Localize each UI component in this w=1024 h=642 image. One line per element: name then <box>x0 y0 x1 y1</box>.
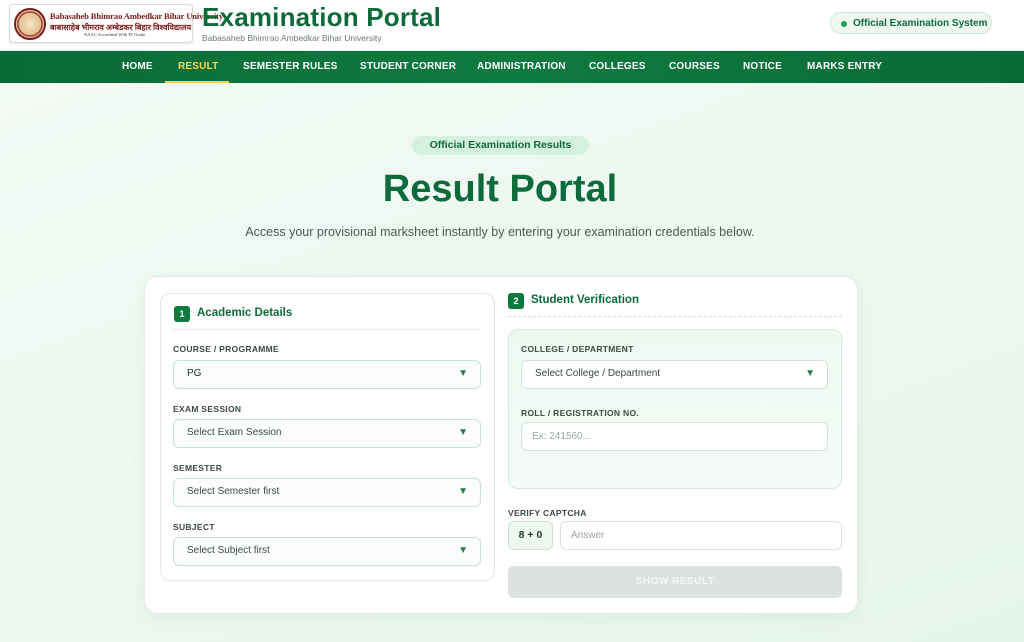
course-label: COURSE / PROGRAMME <box>173 344 279 354</box>
roll-number-label: ROLL / REGISTRATION NO. <box>521 408 640 418</box>
captcha-answer-input[interactable]: Answer <box>560 521 842 550</box>
semester-select[interactable]: Select Semester first ▼ <box>173 478 481 507</box>
status-dot-icon <box>841 21 847 27</box>
section-divider <box>508 316 842 317</box>
chevron-down-icon: ▼ <box>458 486 468 497</box>
nav-active-indicator <box>165 81 229 83</box>
subject-label: SUBJECT <box>173 522 215 532</box>
captcha-answer-placeholder: Answer <box>571 530 605 541</box>
show-result-button[interactable]: SHOW RESULT <box>508 566 842 598</box>
nav-item-administration[interactable]: ADMINISTRATION <box>477 51 566 83</box>
university-logo[interactable]: Babasaheb Bhimrao Ambedkar Bihar Univers… <box>9 4 223 43</box>
chevron-down-icon: ▼ <box>458 545 468 556</box>
subject-select[interactable]: Select Subject first ▼ <box>173 537 481 566</box>
nav-item-student-corner[interactable]: STUDENT CORNER <box>360 51 456 83</box>
academic-details-title: Academic Details <box>197 307 293 319</box>
nav-item-semester-rules[interactable]: SEMESTER RULES <box>243 51 337 83</box>
chevron-down-icon: ▼ <box>458 427 468 438</box>
university-seal-icon <box>14 8 46 40</box>
chevron-down-icon: ▼ <box>458 368 468 379</box>
nav-item-home[interactable]: HOME <box>122 51 153 83</box>
student-verification-title: Student Verification <box>531 294 639 306</box>
captcha-question: 8 + 0 <box>508 521 553 550</box>
exam-session-label: EXAM SESSION <box>173 404 242 414</box>
nav-item-courses[interactable]: COURSES <box>669 51 720 83</box>
section-divider <box>173 329 481 330</box>
status-label: Official Examination System <box>853 17 988 29</box>
nav-item-colleges[interactable]: COLLEGES <box>589 51 646 83</box>
subject-select-value: Select Subject first <box>187 545 270 556</box>
nav-item-notice[interactable]: NOTICE <box>743 51 782 83</box>
nav-item-result[interactable]: RESULT <box>178 51 218 83</box>
semester-select-value: Select Semester first <box>187 486 280 497</box>
chevron-down-icon: ▼ <box>805 368 815 379</box>
exam-session-select[interactable]: Select Exam Session ▼ <box>173 419 481 448</box>
roll-number-input[interactable]: Ex: 241560... <box>521 422 828 451</box>
portal-title: Examination Portal <box>202 2 442 32</box>
status-badge: Official Examination System <box>830 12 992 34</box>
course-select[interactable]: PG ▼ <box>173 360 481 389</box>
course-select-value: PG <box>187 368 202 379</box>
hero-badge: Official Examination Results <box>412 136 589 155</box>
portal-subtitle: Babasaheb Bhimrao Ambedkar Bihar Univers… <box>202 33 382 43</box>
college-select[interactable]: Select College / Department ▼ <box>521 360 828 389</box>
college-label: COLLEGE / DEPARTMENT <box>521 344 634 354</box>
roll-number-placeholder: Ex: 241560... <box>532 431 591 442</box>
page-title: Result Portal <box>382 168 618 210</box>
step-number-2: 2 <box>508 293 524 309</box>
captcha-label: VERIFY CAPTCHA <box>508 508 587 518</box>
semester-label: SEMESTER <box>173 463 223 473</box>
logo-accreditation: NAAC Accredited With 'B' Grade <box>84 32 146 37</box>
logo-university-name: Babasaheb Bhimrao Ambedkar Bihar Univers… <box>50 11 223 21</box>
page-description: Access your provisional marksheet instan… <box>245 225 755 239</box>
site-header: Babasaheb Bhimrao Ambedkar Bihar Univers… <box>0 0 1024 51</box>
nav-item-marks-entry[interactable]: MARKS ENTRY <box>807 51 882 83</box>
step-number-1: 1 <box>174 306 190 322</box>
exam-session-select-value: Select Exam Session <box>187 427 282 438</box>
college-select-value: Select College / Department <box>535 368 661 379</box>
main-nav: HOME RESULT SEMESTER RULES STUDENT CORNE… <box>0 51 1024 83</box>
